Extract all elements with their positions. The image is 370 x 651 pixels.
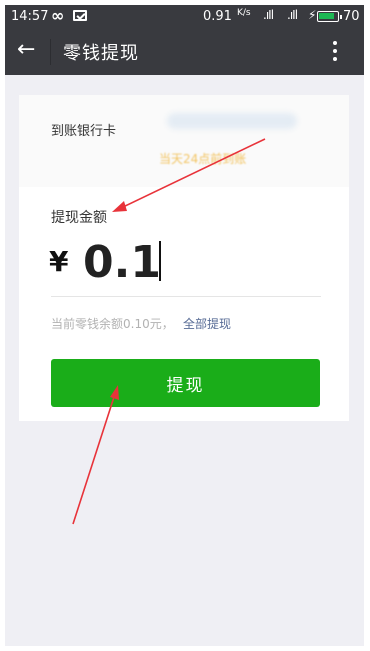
charging-icon: ⚡ <box>308 8 317 22</box>
network-speed-unit: K/s <box>237 8 251 18</box>
more-vertical-icon[interactable] <box>323 39 347 65</box>
amount-underline <box>51 296 321 297</box>
network-speed: 0.91 <box>203 9 232 24</box>
signal-icon: .ıIl <box>287 8 298 22</box>
text-cursor <box>159 241 161 281</box>
phone-screen: 14:57 ∞ 0.91 K/s .ıIl .ıIl ⚡ 70 ← 零钱提现 到… <box>5 5 364 646</box>
amount-input[interactable] <box>83 233 323 291</box>
withdraw-panel: 提现金额 ¥ 当前零钱余额0.10元， 全部提现 提现 <box>19 187 349 421</box>
battery-level: 70 <box>343 9 360 24</box>
status-bar: 14:57 ∞ 0.91 K/s .ıIl .ıIl ⚡ 70 <box>5 5 364 29</box>
withdraw-button[interactable]: 提现 <box>51 359 320 407</box>
bank-card-label: 到账银行卡 <box>51 124 117 139</box>
withdraw-all-link[interactable]: 全部提现 <box>183 315 231 332</box>
status-time: 14:57 <box>11 9 49 24</box>
app-bar: ← 零钱提现 <box>5 29 364 75</box>
infinity-icon: ∞ <box>51 6 65 25</box>
message-icon <box>73 10 87 21</box>
page-title: 零钱提现 <box>63 43 139 64</box>
header-divider <box>50 39 51 65</box>
arrival-time-hint: 当天24点前到账 <box>159 152 247 166</box>
signal-icon: .ıIl <box>263 8 274 22</box>
balance-text: 当前零钱余额0.10元， <box>51 317 174 331</box>
bank-card-name-blurred <box>167 113 297 129</box>
bank-card-row[interactable]: 到账银行卡 当天24点前到账 <box>19 95 349 187</box>
currency-symbol: ¥ <box>49 245 69 278</box>
arrow-left-icon[interactable]: ← <box>17 37 35 62</box>
battery-icon <box>317 11 342 22</box>
amount-label: 提现金额 <box>51 210 107 226</box>
